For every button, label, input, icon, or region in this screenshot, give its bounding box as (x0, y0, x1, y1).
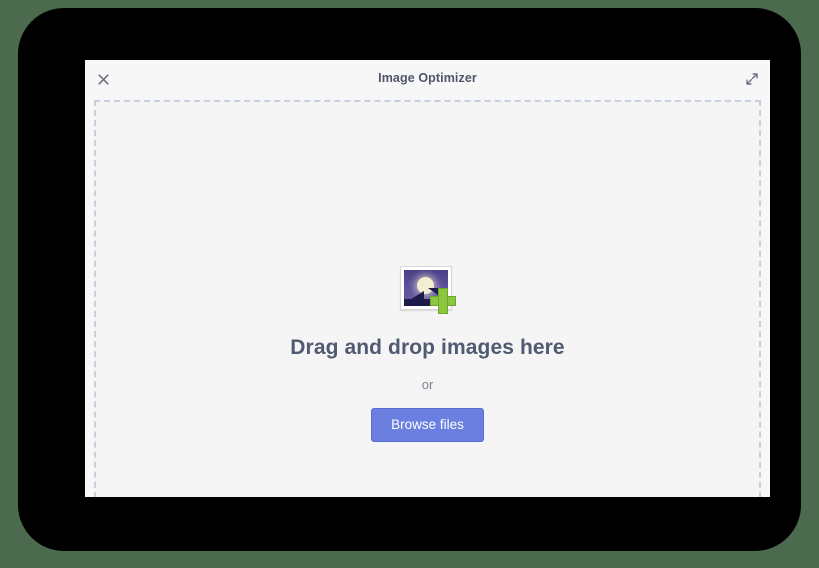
title-bar: Image Optimizer (85, 60, 770, 98)
app-window: Image Optimizer Drag and drop images her… (85, 60, 770, 497)
expand-icon (746, 73, 758, 85)
expand-button[interactable] (742, 69, 762, 89)
drop-zone[interactable]: Drag and drop images here or Browse file… (94, 100, 761, 497)
window-title: Image Optimizer (378, 71, 477, 85)
device-bezel: Image Optimizer Drag and drop images her… (18, 8, 801, 551)
plus-center-fill (438, 297, 447, 305)
drop-zone-separator-text: or (421, 377, 434, 392)
add-image-icon (399, 266, 456, 314)
browse-files-button[interactable]: Browse files (371, 408, 484, 442)
drop-zone-heading: Drag and drop images here (290, 336, 565, 359)
plus-badge-icon (429, 288, 456, 314)
